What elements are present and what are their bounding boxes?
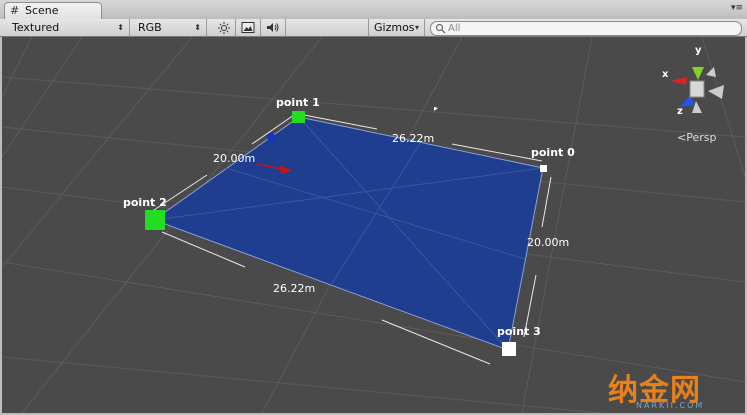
projection-label: Persp	[686, 131, 717, 144]
x-axis-cone	[670, 77, 687, 85]
render-mode-dropdown[interactable]: Textured ⬍	[7, 19, 130, 36]
gizmo-y-label: y	[695, 45, 702, 56]
y-axis-cone	[692, 67, 704, 80]
dimension-label-left: 20.00m	[213, 152, 256, 165]
search-icon	[435, 23, 446, 34]
point-3-label: point 3	[497, 325, 541, 338]
speaker-icon	[267, 23, 279, 32]
projection-toggle[interactable]: <Persp	[677, 131, 716, 144]
updown-arrow-icon: ⬍	[117, 23, 124, 32]
watermark-logo: 纳金网 NARKII.COM	[608, 365, 745, 413]
dimension-label-top: 26.22m	[392, 132, 435, 145]
chevron-down-icon: ▾	[414, 23, 419, 32]
z-axis-handle	[267, 133, 275, 141]
sun-icon	[217, 22, 230, 34]
point-1-handle	[292, 111, 305, 123]
search-input[interactable]: All	[430, 21, 742, 36]
point-2-label: point 2	[123, 196, 167, 209]
scene-canvas	[2, 37, 745, 413]
point-0-handle	[540, 165, 547, 172]
cursor-icon	[434, 107, 438, 111]
gizmo-x-label: x	[662, 69, 669, 80]
dropdown-menu-icon[interactable]: ▾≡	[731, 3, 743, 13]
dimension-label-bottom: 26.22m	[273, 282, 316, 295]
tab-bar: # Scene ▾≡	[0, 0, 747, 20]
render-mode-label: Textured	[12, 21, 60, 34]
gizmos-label: Gizmos	[374, 21, 415, 34]
grid-icon: #	[10, 4, 20, 17]
watermark-subtext: NARKII.COM	[636, 401, 705, 410]
color-mode-label: RGB	[138, 21, 162, 34]
point-1-label: point 1	[276, 96, 320, 109]
lighting-toggle-button[interactable]	[212, 19, 236, 36]
point-2-handle	[145, 210, 165, 230]
point-0-label: point 0	[531, 146, 575, 159]
tab-scene-label: Scene	[25, 4, 59, 17]
color-mode-dropdown[interactable]: RGB ⬍	[133, 19, 207, 36]
point-3-handle	[502, 342, 516, 356]
effects-toggle-button[interactable]	[236, 19, 261, 36]
updown-arrow-icon: ⬍	[194, 23, 201, 32]
scene-viewport[interactable]: point 0 point 1 point 2 point 3 26.22m 2…	[2, 37, 745, 413]
image-icon	[241, 22, 255, 33]
audio-toggle-button[interactable]	[261, 19, 286, 36]
gizmo-z-label: z	[677, 106, 683, 117]
scene-toolbar: Textured ⬍ RGB ⬍ Gizmos ▾ All	[0, 19, 747, 37]
dimension-label-right: 20.00m	[527, 236, 570, 249]
search-placeholder: All	[448, 23, 461, 34]
gizmos-dropdown[interactable]: Gizmos ▾	[368, 19, 425, 36]
tab-scene[interactable]: # Scene	[4, 2, 102, 20]
persp-icon: <	[677, 131, 687, 144]
